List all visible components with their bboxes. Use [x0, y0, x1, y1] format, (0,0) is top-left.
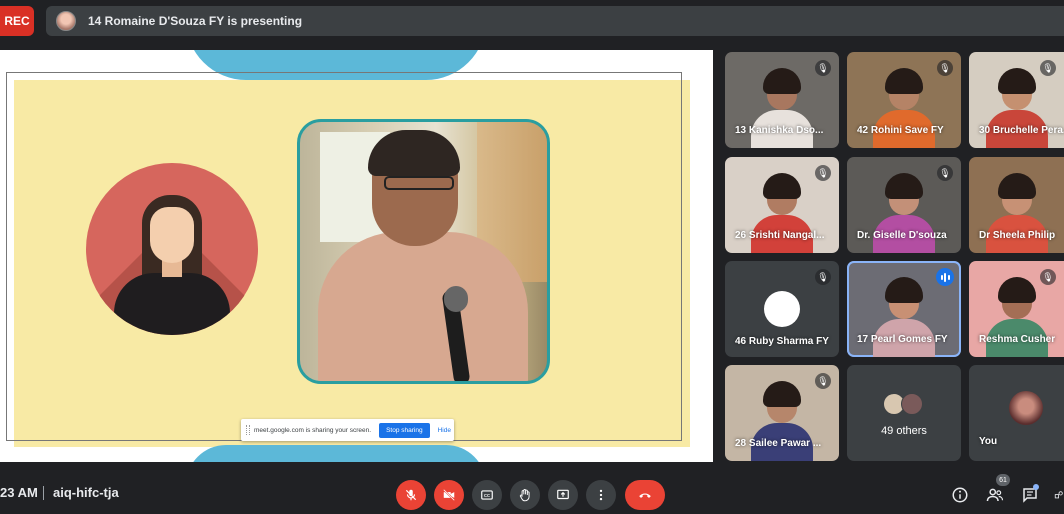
activities-icon: [1054, 491, 1063, 499]
others-label: 49 others: [881, 425, 927, 437]
participant-name: 46 Ruby Sharma FY: [735, 336, 829, 347]
drag-handle-icon[interactable]: [246, 425, 250, 435]
mic-off-icon: 🎙: [815, 165, 831, 181]
presenter-avatar: [56, 11, 76, 31]
participant-tile[interactable]: 🎙 28 Sailee Pawar ...: [725, 365, 839, 461]
participant-tile[interactable]: 🎙 13 Kanishka Dso...: [725, 52, 839, 148]
participant-name: Dr Sheela Philip: [979, 230, 1056, 241]
screen-share-notice: meet.google.com is sharing your screen. …: [241, 419, 454, 441]
raise-hand-button[interactable]: [510, 480, 540, 510]
raise-hand-icon: [519, 488, 530, 502]
participant-name: Dr. Giselle D'souza: [857, 230, 947, 241]
mic-off-icon: 🎙: [815, 373, 831, 389]
divider: [43, 486, 44, 500]
participant-name: 13 Kanishka Dso...: [735, 125, 824, 136]
avatar: [1009, 391, 1043, 425]
captions-icon: CC: [481, 490, 493, 500]
present-screen-icon: [557, 489, 569, 500]
more-options-button[interactable]: [586, 480, 616, 510]
camera-off-button[interactable]: [434, 480, 464, 510]
participant-tile[interactable]: 🎙 Dr. Giselle D'souza: [847, 157, 961, 253]
mic-off-icon: 🎙: [1040, 60, 1056, 76]
svg-text:CC: CC: [484, 493, 490, 498]
avatar: [764, 291, 800, 327]
presentation-stage: meet.google.com is sharing your screen. …: [0, 50, 713, 462]
participant-tile[interactable]: 🎙 26 Srishti Nangal...: [725, 157, 839, 253]
participant-tile[interactable]: Dr Sheela Philip: [969, 157, 1064, 253]
decorative-blob-bottom: [186, 445, 486, 462]
speaker-photo: [297, 119, 550, 384]
people-icon: [986, 488, 1004, 502]
mic-off-button[interactable]: [396, 480, 426, 510]
end-call-button[interactable]: [625, 480, 665, 510]
meeting-time: 23 AM: [0, 485, 38, 500]
participant-tile-active[interactable]: 17 Pearl Gomes FY: [847, 261, 961, 357]
meeting-code: aiq-hifc-tja: [53, 485, 119, 500]
hide-button[interactable]: Hide: [438, 427, 451, 434]
self-label: You: [979, 436, 998, 447]
captions-button[interactable]: CC: [472, 480, 502, 510]
more-options-icon: [599, 489, 603, 501]
recording-badge[interactable]: REC: [0, 6, 34, 36]
activities-button[interactable]: [1054, 484, 1064, 506]
mic-off-icon: 🎙: [1040, 269, 1056, 285]
presenting-text: 14 Romaine D'Souza FY is presenting: [88, 14, 303, 28]
others-avatars: [883, 393, 931, 415]
presenting-banner: 14 Romaine D'Souza FY is presenting: [46, 6, 1064, 36]
speaking-indicator-icon: [936, 268, 954, 286]
present-button[interactable]: [548, 480, 578, 510]
chat-notification-dot: [1033, 484, 1039, 490]
people-button[interactable]: [984, 484, 1006, 506]
participant-name: 26 Srishti Nangal...: [735, 230, 825, 241]
participant-name: 28 Sailee Pawar ...: [735, 438, 822, 449]
mic-off-icon: 🎙: [937, 60, 953, 76]
participant-name: Reshma Cusher: [979, 334, 1056, 345]
mic-off-icon: 🎙: [815, 269, 831, 285]
participant-name: 42 Rohini Save FY: [857, 125, 944, 136]
stop-sharing-button[interactable]: Stop sharing: [379, 422, 430, 438]
mic-off-icon: 🎙: [937, 165, 953, 181]
participant-tile[interactable]: 🎙 30 Bruchelle Pera...: [969, 52, 1064, 148]
participant-tile[interactable]: 🎙 Reshma Cusher: [969, 261, 1064, 357]
mic-off-icon: [405, 489, 417, 501]
woman-illustration: [86, 163, 258, 335]
participant-tile[interactable]: 🎙 42 Rohini Save FY: [847, 52, 961, 148]
end-call-icon: [639, 493, 651, 498]
people-count-badge: 61: [996, 474, 1010, 486]
mic-off-icon: 🎙: [815, 60, 831, 76]
camera-off-icon: [443, 489, 455, 501]
participant-name: 17 Pearl Gomes FY: [857, 334, 948, 345]
info-button[interactable]: [949, 484, 971, 506]
others-tile[interactable]: 49 others: [847, 365, 961, 461]
participant-name: 30 Bruchelle Pera...: [979, 125, 1064, 136]
participant-tile[interactable]: 🎙 46 Ruby Sharma FY: [725, 261, 839, 357]
info-icon: [952, 487, 968, 503]
self-tile[interactable]: You: [969, 365, 1064, 461]
share-message: meet.google.com is sharing your screen.: [254, 426, 372, 434]
